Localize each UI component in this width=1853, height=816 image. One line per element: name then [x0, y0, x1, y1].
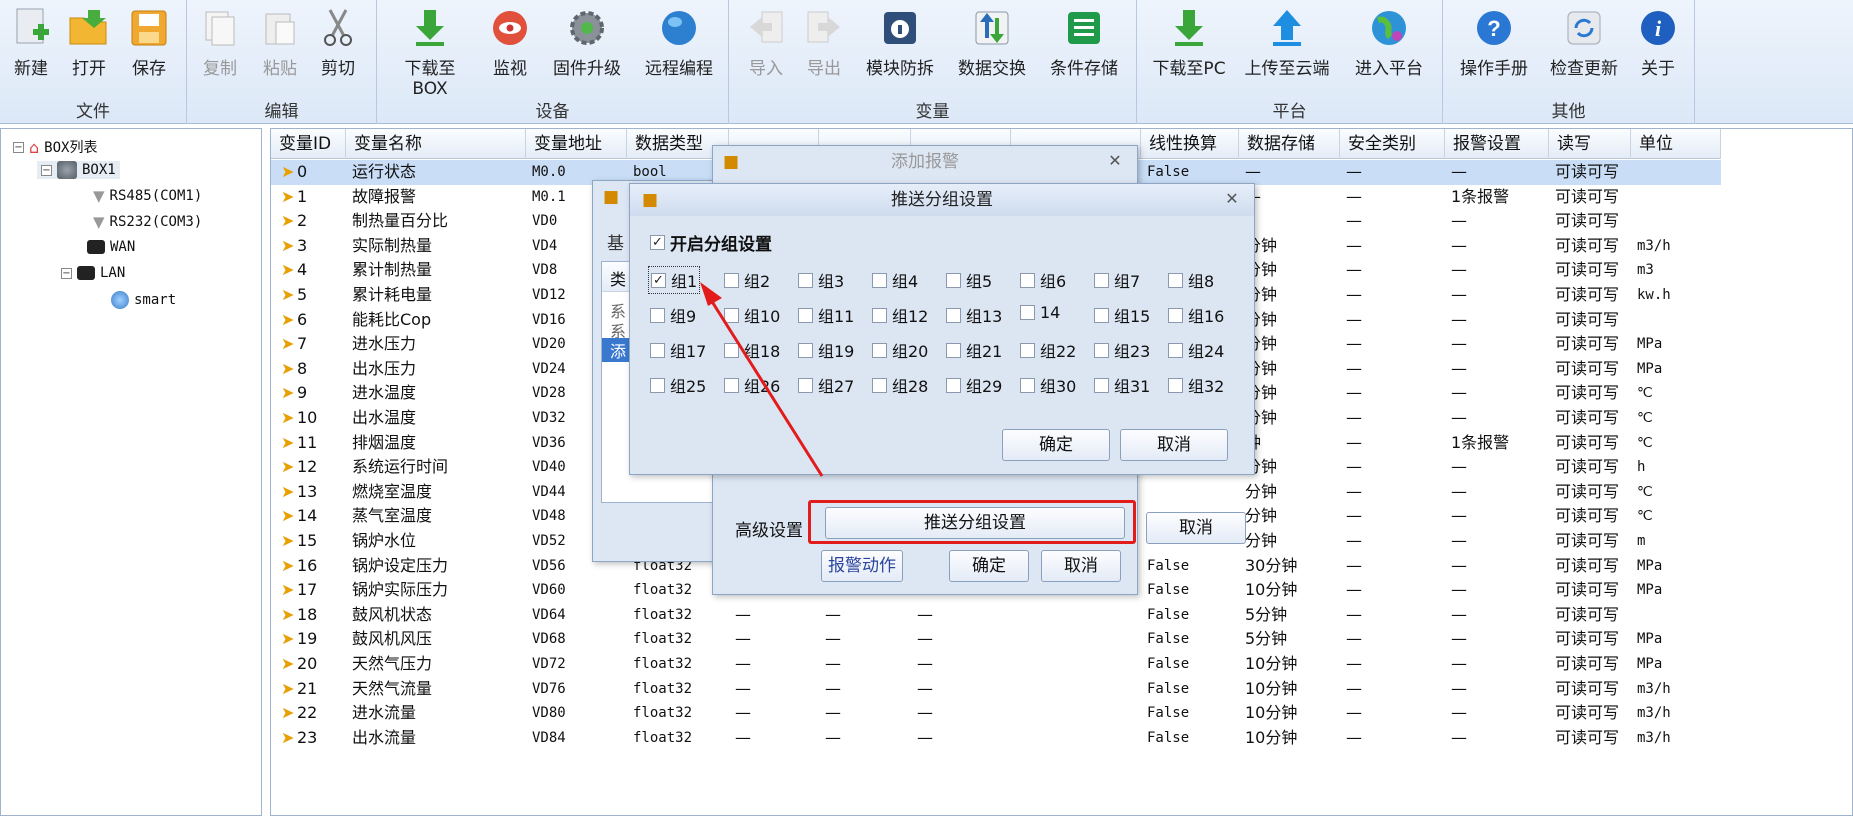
annotation-arrow: [700, 282, 824, 477]
